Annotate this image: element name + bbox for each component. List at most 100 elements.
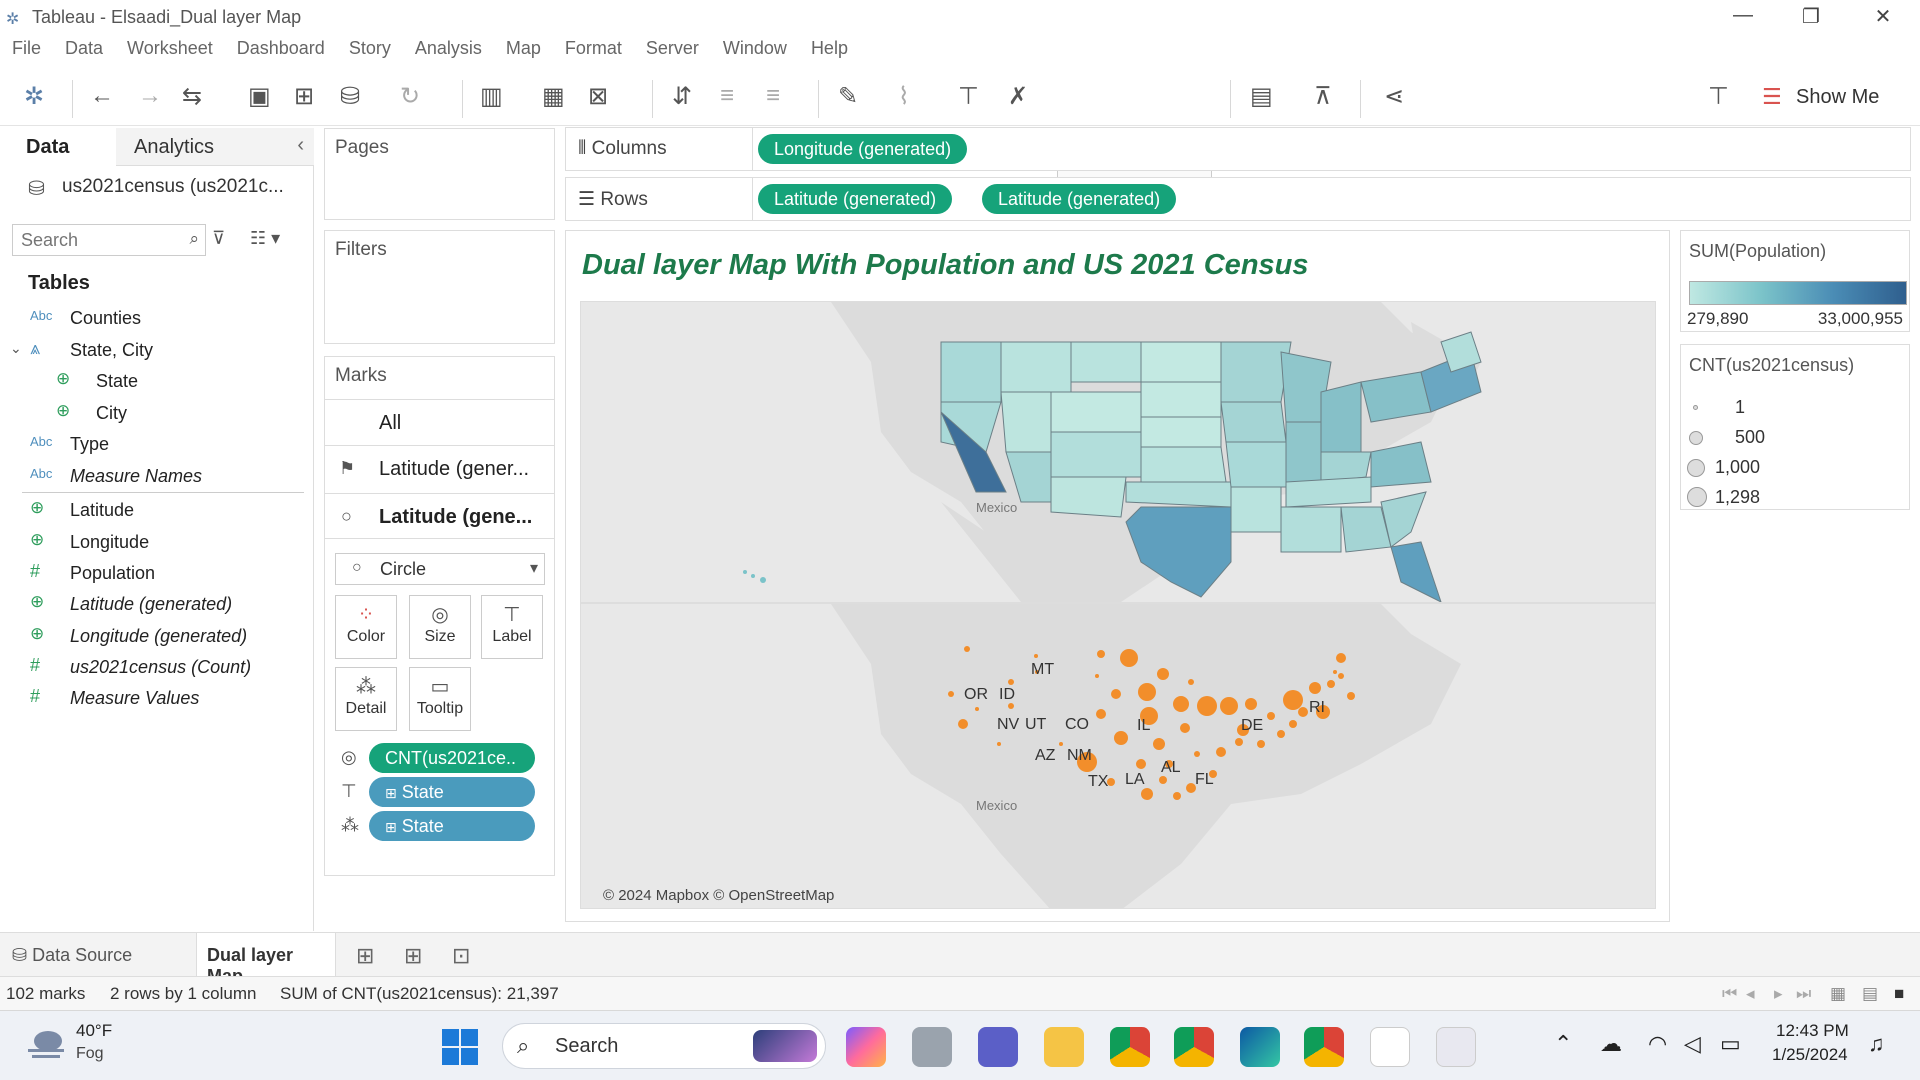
mark-type-dropdown[interactable]: ○ Circle ▾ [335,553,545,585]
show-me-button[interactable]: Show Me [1796,86,1879,109]
edge-icon[interactable] [1240,1027,1280,1067]
search-icon[interactable]: ⌕ [189,229,199,249]
chrome-work-icon[interactable] [1304,1027,1344,1067]
label-pill-state[interactable]: ⊞ State [369,777,535,807]
census-circle-17[interactable] [1096,709,1106,719]
nav-prev-icon[interactable]: ◂ [1746,984,1755,1004]
census-circle-45[interactable] [1267,712,1275,720]
pages-card[interactable]: Pages [324,128,555,220]
tableau-home-icon[interactable]: ✲ [24,82,44,111]
size-pill-cnt[interactable]: CNT(us2021ce.. [369,743,535,773]
census-circle-35[interactable] [1309,682,1321,694]
census-circle-19[interactable] [1197,696,1217,716]
new-datasource-icon[interactable]: ⊞ [294,82,314,111]
menu-worksheet[interactable]: Worksheet [115,34,225,66]
census-circle-0[interactable] [964,646,970,652]
census-circle-10[interactable] [1097,650,1105,658]
weather-temp[interactable]: 40°F [76,1021,112,1041]
census-circle-24[interactable] [1180,723,1190,733]
new-story-icon[interactable]: ⊡ [452,943,470,969]
census-circle-23[interactable] [1216,747,1226,757]
census-circle-29[interactable] [1136,759,1146,769]
census-circle-27[interactable] [1153,738,1165,750]
census-circle-40[interactable] [1336,653,1346,663]
census-circle-8[interactable] [997,742,1001,746]
menu-data[interactable]: Data [53,34,115,66]
fix-axes-icon[interactable]: ✗ [1008,82,1028,111]
census-circle-9[interactable] [1059,742,1063,746]
teams-icon[interactable] [978,1027,1018,1067]
menu-help[interactable]: Help [799,34,860,66]
sort-ascending-icon[interactable]: ≡ [720,82,734,110]
swap-rows-columns-icon[interactable]: ⇵ [672,82,692,111]
menu-story[interactable]: Story [337,34,403,66]
filters-card[interactable]: Filters [324,230,555,344]
census-circle-16[interactable] [1138,683,1156,701]
census-circle-39[interactable] [1333,670,1337,674]
chrome-icon[interactable] [1110,1027,1150,1067]
data-source-tab[interactable]: ⛁ Data Source [12,945,132,966]
undo-icon[interactable]: ← [90,82,114,110]
census-circle-43[interactable] [1277,730,1285,738]
census-circle-2[interactable] [948,691,954,697]
chevron-up-icon[interactable]: ⌃ [1554,1031,1572,1057]
census-circle-12[interactable] [1120,649,1138,667]
census-circle-38[interactable] [1347,692,1355,700]
detail-pill-state[interactable]: ⊞ State [369,811,535,841]
columns-shelf[interactable]: ⦀ Columns Longitude (generated) [565,127,1911,171]
census-circle-18[interactable] [1173,696,1189,712]
filter-icon[interactable]: ⊽ [212,228,225,249]
census-circle-15[interactable] [1111,689,1121,699]
sheet-tab-dual-layer-map[interactable]: Dual layer Map [196,933,336,986]
rows-shelf[interactable]: ☰ Rows Latitude (generated) Latitude (ge… [565,177,1911,221]
clock-time[interactable]: 12:43 PM [1776,1021,1849,1041]
duplicate-icon[interactable]: ▦ [542,82,565,111]
battery-icon[interactable]: ▭ [1720,1031,1741,1057]
notification-bell-icon[interactable]: ♫ [1868,1031,1885,1057]
menu-analysis[interactable]: Analysis [403,34,494,66]
menu-window[interactable]: Window [711,34,799,66]
close-icon[interactable]: ✕ [1858,4,1908,29]
tab-data[interactable]: Data [0,128,116,166]
tab-view-icon[interactable]: ■ [1894,984,1904,1004]
menu-dashboard[interactable]: Dashboard [225,34,337,66]
highlight-icon[interactable]: ✎ [838,82,858,111]
census-circle-3[interactable] [1008,679,1014,685]
chevron-down-icon[interactable]: ⌄ [10,340,22,357]
new-worksheet-icon[interactable]: ⊞ [356,943,374,969]
presentation-icon[interactable]: ⊼ [1314,82,1332,111]
census-circle-50[interactable] [1173,792,1181,800]
nav-last-icon[interactable]: ⏭ [1796,984,1811,1004]
windows-start-icon[interactable] [442,1029,478,1065]
filmstrip-view-icon[interactable]: ▤ [1862,984,1878,1004]
marks-layer-circle[interactable]: ○ Latitude (gene... [325,493,555,539]
census-circle-44[interactable] [1257,740,1265,748]
clear-sheet-icon[interactable]: ⊠ [588,82,608,111]
wifi-icon[interactable]: ◠ [1648,1031,1667,1057]
task-view-icon[interactable] [912,1027,952,1067]
menu-format[interactable]: Format [553,34,634,66]
chrome-profile-icon[interactable] [1174,1027,1214,1067]
census-circle-5[interactable] [975,707,979,711]
chevron-left-icon[interactable]: ‹ [297,134,304,157]
marks-layer-map[interactable]: ⚑ Latitude (gener... [325,445,555,491]
filled-map[interactable]: Mexico [580,301,1656,603]
census-circle-14[interactable] [1188,679,1194,685]
menu-file[interactable]: File [0,34,53,66]
sort-descending-icon[interactable]: ≡ [766,82,780,110]
chart-options-icon[interactable]: ▤ [1250,82,1273,111]
menu-server[interactable]: Server [634,34,711,66]
search-input[interactable] [21,226,181,254]
label-button[interactable]: ⊤ Label [481,595,543,659]
onedrive-icon[interactable]: ☁ [1600,1031,1622,1057]
clock-date[interactable]: 1/25/2024 [1772,1045,1848,1065]
census-circle-36[interactable] [1327,680,1335,688]
size-button[interactable]: ◎ Size [409,595,471,659]
census-circle-20[interactable] [1220,697,1238,715]
datasource-icon[interactable]: ⛁ [340,82,360,111]
count-legend[interactable]: CNT(us2021census) 1 500 1,000 1,298 [1680,344,1910,510]
rows-pill-latitude-1[interactable]: Latitude (generated) [758,184,953,214]
refresh-icon[interactable]: ↻ [400,82,420,111]
pin-icon[interactable]: ⊤ [1708,82,1729,111]
census-circle-33[interactable] [1283,690,1303,710]
